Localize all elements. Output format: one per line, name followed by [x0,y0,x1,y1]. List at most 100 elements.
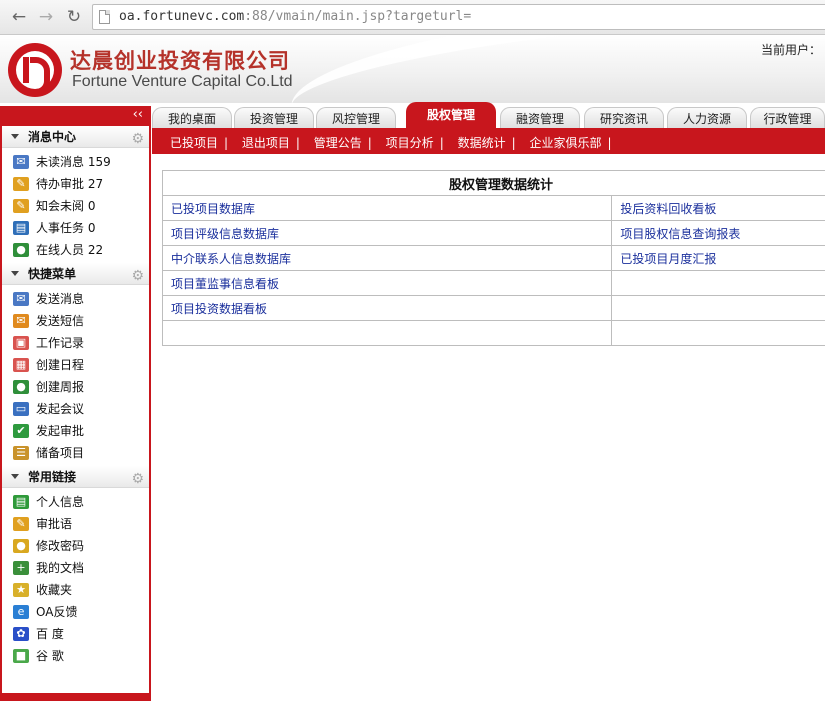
id-card-icon: ▤ [13,495,29,509]
sidebar-item[interactable]: ▤ 个人信息 [2,491,149,513]
table-cell [611,320,825,346]
gear-icon[interactable]: ⚙ [131,128,144,150]
report-link[interactable]: 已投项目数据库 [171,202,255,216]
sidebar-item[interactable]: ✿ 百 度 [2,623,149,645]
tab-my-desktop[interactable]: 我的桌面 [152,107,232,129]
sidebar-item[interactable]: ● 在线人员 22 [2,239,149,261]
collapse-triangle-icon[interactable] [11,134,19,139]
report-link[interactable]: 已投项目月度汇报 [620,252,716,266]
address-bar[interactable]: oa.fortunevc.com:88/vmain/main.jsp?targe… [92,4,825,30]
section-header-common-links[interactable]: 常用链接 ⚙ [2,466,149,488]
sidebar-item[interactable]: + 我的文档 [2,557,149,579]
browser-e-icon: e [13,605,29,619]
subnav-project-analysis[interactable]: 项目分析 [386,136,434,150]
sidebar-item[interactable]: ☰ 储备项目 [2,442,149,464]
sidebar-item[interactable]: ● 创建周报 [2,376,149,398]
section-header-quick-menu[interactable]: 快捷菜单 ⚙ [2,263,149,285]
sidebar: ‹‹ 消息中心 ⚙ ✉ 未读消息 159 ✎ 待办审批 27 ✎ 知会未阅 0 ▤ 人事任务 0 ●… [0,106,151,701]
sidebar-collapse-button[interactable]: ‹‹ [2,106,149,126]
sidebar-item[interactable]: ✉ 发送消息 [2,288,149,310]
table-row: 已投项目数据库 投后资料回收看板 [161,195,825,221]
sidebar-item-label: 创建日程 [36,358,85,372]
sidebar-item[interactable]: ✔ 发起审批 [2,420,149,442]
reload-icon[interactable]: ↻ [63,6,85,28]
collapse-triangle-icon[interactable] [11,271,19,276]
sidebar-item-label: 谷 歌 [36,649,64,663]
section-title: 快捷菜单 [28,267,77,281]
calendar-icon: ▦ [13,358,29,372]
url-text: oa.fortunevc.com:88/vmain/main.jsp?targe… [119,9,472,24]
company-name-cn: 达晨创业投资有限公司 [70,48,290,73]
report-link[interactable]: 项目投资数据看板 [171,302,267,316]
google-icon: ■ [13,649,29,663]
window-icon: ▭ [13,402,29,416]
table-cell: 项目董监事信息看板 [161,270,613,296]
sidebar-item-label: 在线人员 22 [36,243,104,257]
envelope-icon: ✉ [13,292,29,306]
list-edit-icon: ☰ [13,446,29,460]
sidebar-item-label: 收藏夹 [36,583,73,597]
approval-icon: ✔ [13,424,29,438]
tab-risk-management[interactable]: 风控管理 [316,107,396,129]
sidebar-item[interactable]: ▦ 创建日程 [2,354,149,376]
page-icon [99,10,110,24]
sidebar-item[interactable]: ● 修改密码 [2,535,149,557]
table-cell [611,295,825,321]
sidebar-item-label: 工作记录 [36,336,85,350]
tab-administration[interactable]: 行政管理 [750,107,825,129]
tab-human-resources[interactable]: 人力资源 [667,107,747,129]
subnav-invested-projects[interactable]: 已投项目 [170,136,218,150]
sidebar-item[interactable]: ▤ 人事任务 0 [2,217,149,239]
tab-investment-management[interactable]: 投资管理 [234,107,314,129]
section-title: 消息中心 [28,130,77,144]
sidebar-item-label: 发起会议 [36,402,85,416]
document-add-icon: + [13,561,29,575]
sidebar-item[interactable]: e OA反馈 [2,601,149,623]
sub-navigation: 已投项目 | 退出项目 | 管理公告 | 项目分析 | 数据统计 | 企业家俱乐部 | [152,128,825,154]
subnav-data-statistics[interactable]: 数据统计 [458,136,506,150]
sidebar-item[interactable]: ✉ 未读消息 159 [2,151,149,173]
sidebar-item-label: 知会未阅 0 [36,199,96,213]
table-cell: 已投项目月度汇报 [611,245,825,271]
sidebar-item-label: 发起审批 [36,424,85,438]
sidebar-item-label: 百 度 [36,627,64,641]
report-link[interactable]: 项目股权信息查询报表 [620,227,740,241]
section-header-message-center[interactable]: 消息中心 ⚙ [2,126,149,148]
table-cell: 已投项目数据库 [161,195,613,221]
report-link[interactable]: 项目董监事信息看板 [171,277,279,291]
table-row [161,320,825,346]
table-cell [161,320,613,346]
back-arrow-icon[interactable]: ← [8,6,30,28]
collapse-triangle-icon[interactable] [11,474,19,479]
sidebar-item[interactable]: ✎ 待办审批 27 [2,173,149,195]
user-icon: ● [13,380,29,394]
sidebar-item-label: 待办审批 27 [36,177,104,191]
gear-icon[interactable]: ⚙ [131,468,144,490]
tab-research-info[interactable]: 研究资讯 [584,107,664,129]
sidebar-item[interactable]: ▭ 发起会议 [2,398,149,420]
table-title: 股权管理数据统计 [162,170,825,196]
tab-equity-management[interactable]: 股权管理 [406,102,496,129]
report-link[interactable]: 项目评级信息数据库 [171,227,279,241]
forward-arrow-icon[interactable]: → [35,6,57,28]
subnav-entrepreneur-club[interactable]: 企业家俱乐部 [529,136,601,150]
sidebar-item[interactable]: ■ 谷 歌 [2,645,149,667]
subnav-exited-projects[interactable]: 退出项目 [242,136,290,150]
table-cell: 中介联系人信息数据库 [161,245,613,271]
table-cell [611,270,825,296]
company-name-en: Fortune Venture Capital Co.Ltd [72,73,293,90]
sidebar-item[interactable]: ★ 收藏夹 [2,579,149,601]
tab-financing-management[interactable]: 融资管理 [500,107,580,129]
sidebar-item[interactable]: ▣ 工作记录 [2,332,149,354]
gear-icon[interactable]: ⚙ [131,265,144,287]
sidebar-item-label: 我的文档 [36,561,85,575]
envelope-orange-icon: ✉ [13,314,29,328]
sidebar-item[interactable]: ✎ 审批语 [2,513,149,535]
sidebar-item[interactable]: ✉ 发送短信 [2,310,149,332]
report-link[interactable]: 中介联系人信息数据库 [171,252,291,266]
table-row: 项目评级信息数据库 项目股权信息查询报表 [161,220,825,246]
sidebar-item[interactable]: ✎ 知会未阅 0 [2,195,149,217]
report-link[interactable]: 投后资料回收看板 [620,202,716,216]
subnav-management-notice[interactable]: 管理公告 [314,136,362,150]
sidebar-item-label: 发送消息 [36,292,85,306]
